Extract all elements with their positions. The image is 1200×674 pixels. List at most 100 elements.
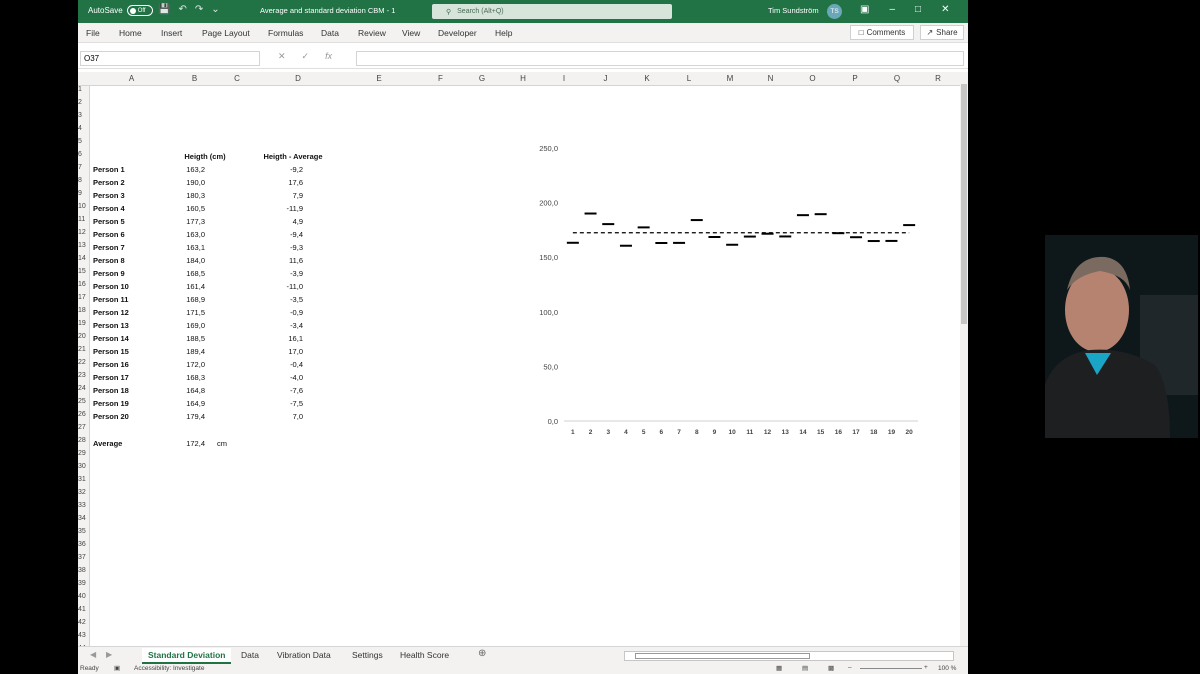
row-header[interactable]: 23 — [78, 372, 90, 379]
row-header[interactable]: 3 — [78, 112, 90, 119]
person-diff[interactable]: 7,0 — [268, 412, 303, 421]
row-header[interactable]: 28 — [78, 437, 90, 444]
tab-standard-deviation[interactable]: Standard Deviation — [142, 648, 232, 664]
person-height[interactable]: 189,4 — [170, 347, 205, 356]
tab-next-icon[interactable]: ▶ — [106, 650, 112, 659]
person-height[interactable]: 169,0 — [170, 321, 205, 330]
menu-developer[interactable]: Developer — [438, 28, 477, 38]
zoom-in-icon[interactable]: + — [924, 664, 928, 671]
row-header[interactable]: 16 — [78, 281, 90, 288]
person-diff[interactable]: -3,5 — [268, 295, 303, 304]
person-name[interactable]: Person 17 — [93, 373, 129, 382]
cancel-icon[interactable]: ✕ — [278, 51, 286, 62]
menu-file[interactable]: File — [86, 28, 100, 38]
menu-review[interactable]: Review — [358, 28, 386, 38]
page-break-icon[interactable]: ▩ — [828, 664, 834, 672]
menu-home[interactable]: Home — [119, 28, 142, 38]
person-name[interactable]: Person 7 — [93, 243, 125, 252]
redo-icon[interactable]: ↷ — [195, 4, 203, 15]
row-header[interactable]: 40 — [78, 593, 90, 600]
person-name[interactable]: Person 12 — [93, 308, 129, 317]
person-diff[interactable]: 7,9 — [268, 191, 303, 200]
person-diff[interactable]: -4,0 — [268, 373, 303, 382]
column-header-p[interactable]: P — [834, 74, 876, 83]
row-header[interactable]: 19 — [78, 320, 90, 327]
person-height[interactable]: 171,5 — [170, 308, 205, 317]
row-header[interactable]: 32 — [78, 489, 90, 496]
person-height[interactable]: 190,0 — [170, 178, 205, 187]
person-diff[interactable]: -3,9 — [268, 269, 303, 278]
row-header[interactable]: 38 — [78, 567, 90, 574]
person-height[interactable]: 164,8 — [170, 386, 205, 395]
height-chart[interactable]: 0,050,0100,0150,0200,0250,01 2 3 4 5 6 7 8 9 10 11… — [530, 142, 924, 438]
row-header[interactable]: 39 — [78, 580, 90, 587]
person-diff[interactable]: -11,9 — [268, 204, 303, 213]
add-sheet-icon[interactable]: ⊕ — [478, 648, 486, 659]
page-layout-icon[interactable]: ▤ — [802, 664, 808, 672]
horizontal-scrollbar[interactable] — [624, 651, 954, 661]
customize-toolbar-icon[interactable]: ⌄ — [211, 4, 219, 15]
row-header[interactable]: 10 — [78, 203, 90, 210]
person-height[interactable]: 163,0 — [170, 230, 205, 239]
enter-icon[interactable]: ✓ — [302, 51, 310, 62]
column-header-m[interactable]: M — [710, 74, 750, 83]
row-header[interactable]: 34 — [78, 515, 90, 522]
person-diff[interactable]: -7,6 — [268, 386, 303, 395]
row-header[interactable]: 6 — [78, 151, 90, 158]
macro-record-icon[interactable]: ▣ — [114, 664, 120, 672]
row-header[interactable]: 31 — [78, 476, 90, 483]
column-header-n[interactable]: N — [750, 74, 791, 83]
minimize-icon[interactable]: – — [889, 4, 895, 15]
zoom-slider[interactable] — [860, 668, 922, 669]
row-header[interactable]: 22 — [78, 359, 90, 366]
person-name[interactable]: Person 19 — [93, 399, 129, 408]
person-name[interactable]: Person 1 — [93, 165, 125, 174]
insert-function-icon[interactable]: fx — [325, 51, 332, 62]
zoom-out-icon[interactable]: – — [848, 664, 852, 671]
row-header[interactable]: 12 — [78, 229, 90, 236]
close-icon[interactable]: ✕ — [941, 4, 949, 15]
person-name[interactable]: Person 20 — [93, 412, 129, 421]
person-height[interactable]: 160,5 — [170, 204, 205, 213]
scroll-thumb[interactable] — [961, 84, 967, 324]
column-header-i[interactable]: I — [543, 74, 585, 83]
menu-page-layout[interactable]: Page Layout — [202, 28, 250, 38]
row-header[interactable]: 29 — [78, 450, 90, 457]
name-box[interactable]: O37 — [80, 51, 260, 66]
column-header-d[interactable]: D — [258, 74, 338, 83]
menu-data[interactable]: Data — [321, 28, 339, 38]
person-diff[interactable]: 17,0 — [268, 347, 303, 356]
column-header-r[interactable]: R — [918, 74, 958, 83]
person-diff[interactable]: -11,0 — [268, 282, 303, 291]
row-header[interactable]: 41 — [78, 606, 90, 613]
person-diff[interactable]: -9,2 — [268, 165, 303, 174]
person-name[interactable]: Person 18 — [93, 386, 129, 395]
person-diff[interactable]: -0,9 — [268, 308, 303, 317]
column-header-c[interactable]: C — [216, 74, 258, 83]
person-name[interactable]: Person 6 — [93, 230, 125, 239]
person-name[interactable]: Person 3 — [93, 191, 125, 200]
person-diff[interactable]: -9,4 — [268, 230, 303, 239]
row-header[interactable]: 43 — [78, 632, 90, 639]
row-header[interactable]: 18 — [78, 307, 90, 314]
person-height[interactable]: 188,5 — [170, 334, 205, 343]
person-name[interactable]: Person 14 — [93, 334, 129, 343]
person-name[interactable]: Person 15 — [93, 347, 129, 356]
person-height[interactable]: 168,3 — [170, 373, 205, 382]
row-header[interactable]: 30 — [78, 463, 90, 470]
row-header[interactable]: 42 — [78, 619, 90, 626]
row-header[interactable]: 24 — [78, 385, 90, 392]
row-header[interactable]: 27 — [78, 424, 90, 431]
tab-settings[interactable]: Settings — [346, 648, 389, 664]
person-diff[interactable]: -9,3 — [268, 243, 303, 252]
user-name[interactable]: Tim Sundström — [768, 6, 819, 15]
tab-data[interactable]: Data — [235, 648, 265, 664]
row-header[interactable]: 14 — [78, 255, 90, 262]
row-header[interactable]: 35 — [78, 528, 90, 535]
row-header[interactable]: 17 — [78, 294, 90, 301]
person-diff[interactable]: -3,4 — [268, 321, 303, 330]
undo-icon[interactable]: ↶ — [178, 4, 186, 15]
person-height[interactable]: 177,3 — [170, 217, 205, 226]
row-header[interactable]: 20 — [78, 333, 90, 340]
menu-insert[interactable]: Insert — [161, 28, 182, 38]
